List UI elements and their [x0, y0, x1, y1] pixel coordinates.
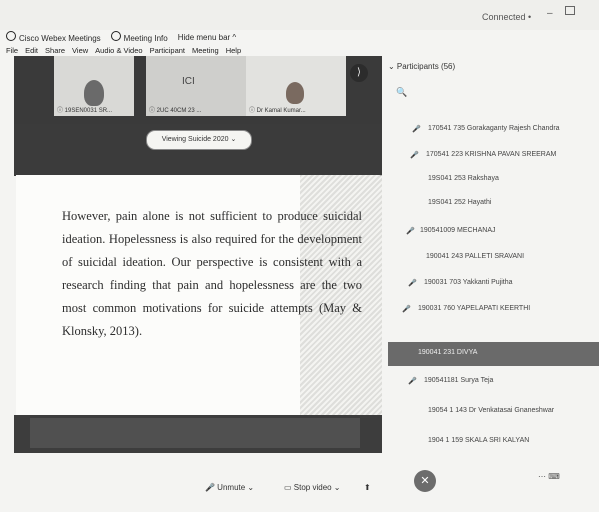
participant-name: 170541 223 KRISHNA PAVAN SREERAM	[426, 151, 557, 158]
participant-row[interactable]: 🎤 170541 223 KRISHNA PAVAN SREERAM	[388, 144, 599, 168]
unmute-button[interactable]: 🎤 Unmute ⌄	[205, 483, 254, 492]
participant-name: 190031 760 YAPELAPATI KEERTHI	[418, 305, 531, 312]
participant-name: 190541009 MECHANAJ	[420, 227, 496, 234]
participant-name: 190031 703 Yakkanti Pujitha	[424, 279, 513, 286]
participant-name: 19S041 252 Hayathi	[428, 199, 492, 206]
mic-icon: 🎤	[408, 280, 417, 287]
search-icon[interactable]: 🔍	[396, 87, 407, 98]
stop-video-button[interactable]: ▭ Stop video ⌄	[284, 483, 341, 492]
video-strip: ⓘ 19SEN0031 SR... ICI ⓘ 2UC 40CM 23 ... …	[14, 56, 382, 124]
participant-row[interactable]: 🎤 190541181 Surya Teja	[388, 370, 599, 394]
maximize-button[interactable]	[565, 6, 575, 15]
participant-row-selected[interactable]: 190041 231 DIVYA	[388, 342, 599, 366]
participant-avatar	[286, 82, 304, 104]
participant-name: 190041 231 DIVYA	[418, 349, 478, 356]
mic-icon: 🎤	[408, 378, 417, 385]
participants-header[interactable]: ⌄ Participants (56)	[388, 62, 455, 71]
meeting-info-button[interactable]: Meeting Info	[110, 31, 168, 43]
mic-icon: 🎤	[402, 306, 411, 313]
video-tile-caption: ⓘ 2UC 40CM 23 ...	[149, 108, 202, 114]
meeting-controls: 🎤 Unmute ⌄ ▭ Stop video ⌄ ⬆	[0, 470, 382, 500]
video-tile[interactable]: ⓘ 19SEN0031 SR...	[54, 56, 134, 116]
participant-name: 1904 1 159 SKALA SRI KALYAN	[428, 437, 530, 444]
video-tile[interactable]: ICI ⓘ 2UC 40CM 23 ...	[146, 56, 246, 116]
title-bar: Cisco Webex Meetings Meeting Info Hide m…	[0, 30, 388, 44]
hide-menu-bar-button[interactable]: Hide menu bar ^	[178, 33, 236, 42]
share-area-bottom-panel	[30, 418, 360, 448]
webex-app-title[interactable]: Cisco Webex Meetings	[6, 31, 101, 43]
meeting-info-label: Meeting Info	[123, 34, 168, 43]
mic-icon: 🎤	[412, 126, 421, 133]
webex-logo-icon	[6, 31, 16, 41]
participant-name: 190541181 Surya Teja	[424, 377, 494, 384]
video-tile[interactable]: ⓘ Dr Kamal Kumar...	[246, 56, 346, 116]
participant-row[interactable]: 🎤 170541 735 Gorakaganty Rajesh Chandra	[388, 118, 599, 142]
slide-text: However, pain alone is not sufficient to…	[62, 209, 362, 338]
participant-row[interactable]: 🎤 190031 703 Yakkanti Pujitha	[388, 272, 599, 296]
participant-row[interactable]: 1904 1 159 SKALA SRI KALYAN	[388, 430, 599, 454]
info-icon	[110, 31, 121, 41]
participant-row[interactable]: 190041 243 PALLETI SRAVANI	[388, 246, 599, 270]
participant-name: 19054 1 143 Dr Venkatasai Gnaneshwar	[428, 407, 555, 414]
minimize-button[interactable]: –	[547, 8, 553, 19]
participant-row[interactable]: 19S041 252 Hayathi	[388, 192, 599, 216]
participant-row[interactable]: 19054 1 143 Dr Venkatasai Gnaneshwar	[388, 400, 599, 424]
mic-icon: 🎤	[406, 228, 415, 235]
participant-row[interactable]: 🎤 190031 760 YAPELAPATI KEERTHI	[388, 298, 599, 322]
participant-name: 19S041 253 Rakshaya	[428, 175, 499, 182]
participant-avatar	[84, 80, 104, 106]
participant-row[interactable]: 19S041 253 Rakshaya	[388, 168, 599, 192]
mic-icon: 🎤	[410, 152, 419, 159]
participant-row[interactable]: 🎤 190541009 MECHANAJ	[388, 220, 599, 244]
tile-initials: ICI	[182, 76, 195, 87]
video-tile-caption: ⓘ 19SEN0031 SR...	[57, 108, 113, 114]
video-tile-caption: ⓘ Dr Kamal Kumar...	[249, 108, 306, 114]
app-name: Cisco Webex Meetings	[19, 34, 101, 43]
participant-name: 190041 243 PALLETI SRAVANI	[426, 253, 525, 260]
next-videos-button[interactable]: ⟩	[350, 64, 368, 82]
share-button[interactable]: ⬆	[364, 483, 371, 492]
participant-name: 170541 735 Gorakaganty Rajesh Chandra	[428, 125, 560, 132]
viewing-share-dropdown[interactable]: Viewing Suicide 2020 ⌄	[146, 130, 252, 150]
connection-status[interactable]: Connected •	[482, 12, 531, 22]
